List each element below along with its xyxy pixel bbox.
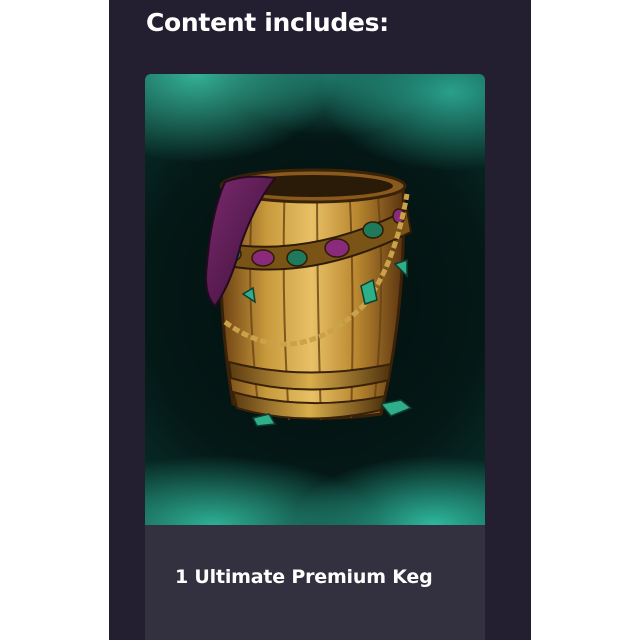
item-image: [145, 74, 485, 525]
item-caption-area: 1 Ultimate Premium Keg: [145, 525, 485, 640]
barrel-keg-icon: [205, 168, 413, 427]
section-heading: Content includes:: [146, 8, 389, 37]
item-card[interactable]: 1 Ultimate Premium Keg: [145, 74, 485, 640]
item-name: 1 Ultimate Premium Keg: [175, 566, 433, 588]
